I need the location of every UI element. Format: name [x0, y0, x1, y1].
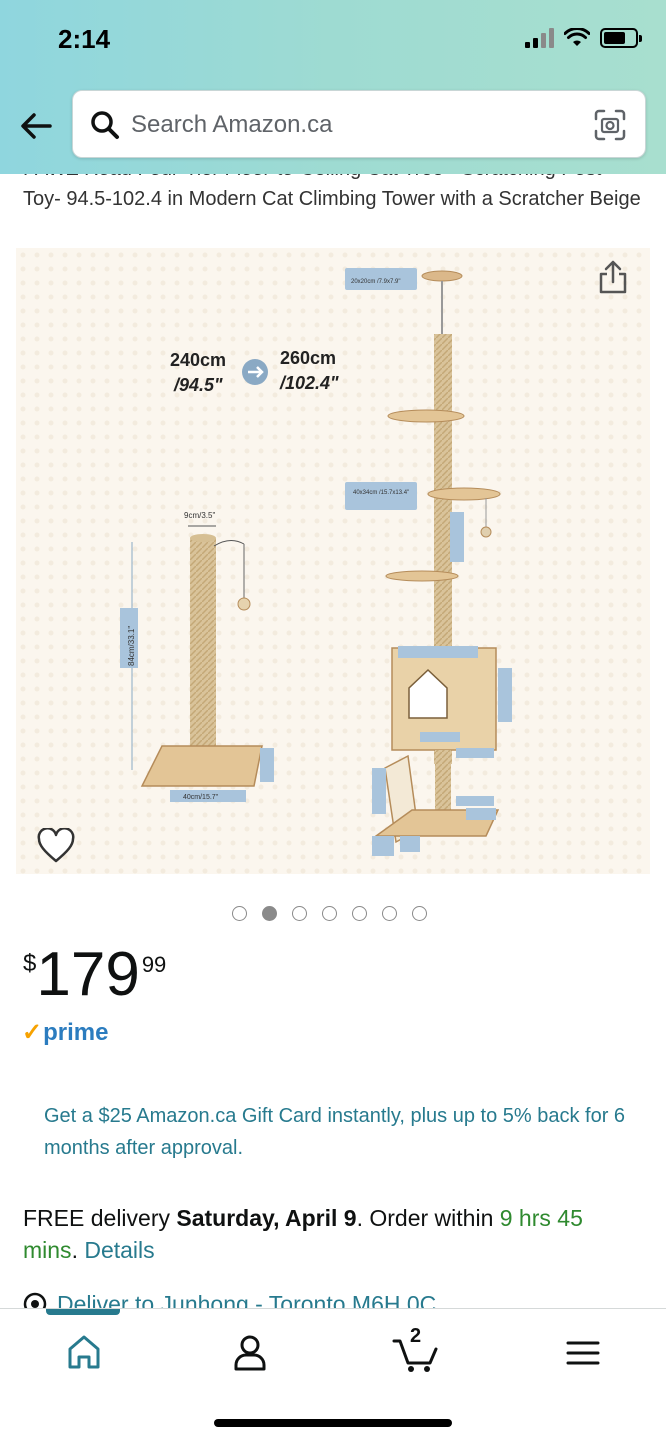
home-icon — [68, 1335, 100, 1369]
back-arrow-icon[interactable] — [18, 108, 54, 144]
price-fraction: 99 — [141, 952, 167, 977]
height-low-in: /94.5" — [173, 375, 223, 395]
nav-cart[interactable]: 2 — [386, 1325, 446, 1375]
height-low-cm: 240cm — [170, 350, 226, 370]
post-height-label: 84cm/33.1" — [127, 626, 136, 666]
search-input[interactable] — [131, 106, 571, 144]
price: $ 179 99 — [23, 938, 166, 1012]
carousel-dot[interactable] — [322, 906, 337, 921]
delivery-dot: . — [71, 1237, 85, 1263]
search-icon — [91, 111, 119, 139]
home-indicator — [214, 1419, 452, 1427]
battery-icon — [600, 28, 642, 48]
delivery-info: FREE delivery Saturday, April 9. Order w… — [23, 1202, 643, 1266]
price-whole: 179 — [36, 940, 140, 1009]
delivery-date: Saturday, April 9 — [176, 1205, 357, 1231]
nav-home[interactable] — [54, 1327, 114, 1375]
search-bar[interactable] — [72, 90, 646, 158]
carousel-dot[interactable] — [352, 906, 367, 921]
person-icon — [234, 1335, 266, 1371]
deliver-to-link[interactable]: Deliver to Junhong - Toronto M6H 0C — [23, 1290, 663, 1310]
prime-check-icon: ✓ — [22, 1019, 43, 1046]
gift-card-promo-link[interactable]: Get a $25 Amazon.ca Gift Card instantly,… — [44, 1100, 634, 1164]
height-high-in: /102.4" — [279, 373, 339, 393]
delivery-details-link[interactable]: Details — [84, 1237, 154, 1263]
carousel-dot[interactable] — [412, 906, 427, 921]
carousel-dot[interactable] — [382, 906, 397, 921]
prime-label: prime — [43, 1018, 109, 1046]
top-plate-label: 20x20cm /7.9x7.9" — [351, 279, 401, 285]
nav-account[interactable] — [220, 1327, 280, 1375]
carousel-dot[interactable] — [292, 906, 307, 921]
price-symbol: $ — [23, 950, 37, 977]
carousel-dot[interactable] — [232, 906, 247, 921]
heart-icon[interactable] — [36, 828, 76, 864]
menu-icon — [566, 1341, 600, 1365]
share-icon[interactable] — [596, 258, 630, 296]
status-icons — [525, 28, 642, 48]
wifi-icon — [564, 28, 590, 46]
nav-menu[interactable] — [552, 1327, 612, 1375]
status-time: 2:14 — [58, 24, 111, 54]
base-width-label: 40cm/15.7" — [183, 794, 219, 801]
cat-tree-illustration: 240cm /94.5" 260cm /102.4" 20x20cm /7.9x… — [16, 248, 650, 874]
carousel-dot-active[interactable] — [262, 906, 277, 921]
prime-badge: ✓ prime — [22, 1018, 108, 1047]
deliver-to-text: Deliver to Junhong - Toronto M6H 0C — [57, 1291, 437, 1310]
post-width-label: 9cm/3.5" — [184, 511, 215, 520]
product-image[interactable]: 240cm /94.5" 260cm /102.4" 20x20cm /7.9x… — [16, 248, 650, 874]
bottom-nav: 2 — [0, 1308, 666, 1440]
nav-active-indicator — [46, 1309, 120, 1315]
platform-label: 40x34cm /15.7x13.4" — [353, 490, 409, 496]
image-carousel-dots — [232, 906, 427, 921]
signal-icon — [525, 28, 554, 48]
cart-count: 2 — [410, 1325, 422, 1347]
delivery-prefix: FREE delivery — [23, 1205, 177, 1231]
camera-scan-icon[interactable] — [593, 108, 627, 142]
height-high-cm: 260cm — [280, 348, 336, 368]
app-header: 2:14 — [0, 0, 666, 174]
delivery-middle: . Order within — [356, 1205, 500, 1231]
